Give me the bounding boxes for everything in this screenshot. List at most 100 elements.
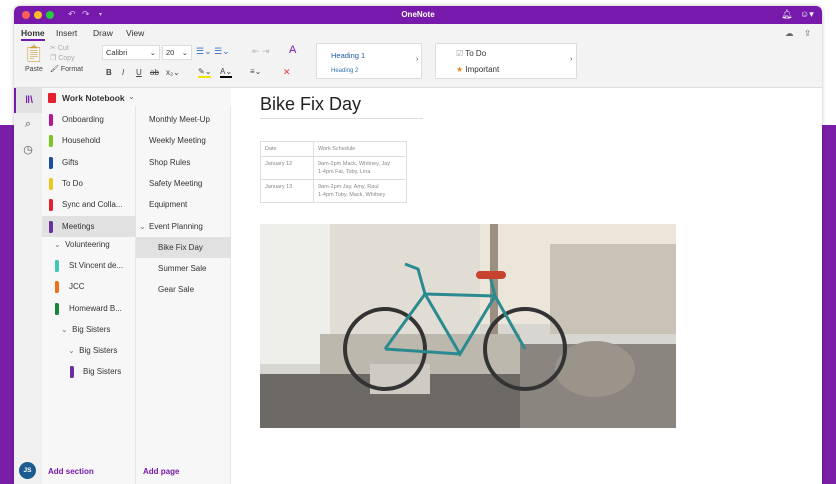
section-item[interactable]: Household — [42, 130, 136, 151]
page-title[interactable]: Bike Fix Day — [260, 94, 423, 119]
styles-gallery[interactable]: Heading 1 Heading 2 › — [316, 43, 422, 79]
notebook-picker[interactable]: Work Notebook ⌄ — [42, 88, 231, 106]
section-item[interactable]: St Vincent de... — [49, 255, 136, 276]
page-item[interactable]: Bike Fix Day — [136, 236, 231, 258]
styles-expand-icon[interactable]: › — [416, 56, 418, 63]
copy-label: Copy — [58, 55, 75, 62]
section-item[interactable]: Onboarding — [42, 109, 136, 130]
cut-button[interactable]: ✂ Cut — [50, 44, 69, 52]
bullets-icon[interactable]: ☰⌄ ☰⌄ — [196, 46, 230, 57]
section-item[interactable]: Sync and Colla... — [42, 194, 136, 215]
bold-button[interactable]: B — [106, 68, 112, 77]
add-page-button[interactable]: Add page — [143, 461, 179, 482]
page-item[interactable]: Summer Sale — [136, 258, 231, 279]
page-item[interactable]: ⌄ Event Planning — [136, 216, 231, 237]
section-label: Gifts — [62, 157, 79, 167]
avatar[interactable]: JS — [19, 462, 36, 479]
navigation-rail: ǁ\ ⌕ ◷ JS — [14, 88, 42, 484]
page-item[interactable]: Equipment — [136, 194, 231, 215]
page-label: Shop Rules — [149, 157, 191, 167]
notification-bell-icon[interactable]: 🔔︎ — [781, 9, 792, 20]
font-select[interactable]: Calibri ⌄ — [102, 45, 160, 60]
section-item[interactable]: Gifts — [42, 152, 136, 173]
font-color-button[interactable]: A⌄ — [220, 67, 233, 78]
section-big-sisters[interactable]: Big Sisters — [68, 361, 136, 382]
section-group-big-sisters[interactable]: ⌄ Big Sisters — [61, 319, 110, 340]
tab-view[interactable]: View — [126, 28, 144, 38]
add-section-button[interactable]: Add section — [48, 461, 94, 482]
section-label: Household — [62, 136, 101, 146]
table-cell: 9am-2pm Mack, Whitney, Jay 1-4pm Fai, Tob… — [313, 156, 407, 180]
chevron-down-icon: ⌄ — [68, 346, 75, 355]
section-label: Meetings — [62, 221, 95, 231]
schedule-line: 9am-2pm Jay, Amy, Raul — [318, 184, 379, 190]
copy-button[interactable]: ❐ Copy — [50, 54, 75, 62]
tags-gallery[interactable]: ☑ To Do ★ Important › — [435, 43, 577, 79]
font-value: Calibri — [106, 48, 128, 57]
section-label: St Vincent de... — [69, 261, 124, 270]
tag-todo[interactable]: ☑ To Do — [456, 49, 486, 58]
tab-home[interactable]: Home — [21, 28, 45, 41]
table-cell: January 12 — [260, 156, 314, 180]
section-group-big-sisters-nested[interactable]: ⌄ Big Sisters — [68, 340, 117, 361]
font-size-select[interactable]: 20 ⌄ — [162, 45, 192, 60]
paste-icon[interactable]: 📋︎ — [23, 44, 45, 64]
section-item[interactable]: Homeward B... — [49, 298, 136, 319]
tag-important[interactable]: ★ Important — [456, 65, 499, 74]
page-item[interactable]: Gear Sale — [136, 279, 231, 300]
page-item[interactable]: Weekly Meeting — [136, 130, 231, 151]
tab-insert[interactable]: Insert — [56, 28, 77, 38]
style-heading-2[interactable]: Heading 2 — [331, 68, 358, 74]
section-item[interactable]: To Do — [42, 173, 136, 194]
format-label: Format — [60, 66, 84, 73]
section-item[interactable]: JCC — [49, 276, 136, 297]
page-item[interactable]: Shop Rules — [136, 152, 231, 173]
highlight-button[interactable]: ✎⌄ — [198, 67, 212, 78]
notebooks-icon[interactable]: ǁ\ — [14, 88, 42, 113]
title-bar: ↶ ↷ ▾ OneNote 🔔︎ ☺▾ — [14, 6, 822, 24]
paste-button[interactable]: Paste — [25, 66, 43, 73]
schedule-line: 1-4pm Toby, Mack, Whitney — [318, 192, 386, 198]
italic-button[interactable]: I — [122, 68, 124, 77]
section-group-label: Big Sisters — [72, 325, 111, 334]
section-label: To Do — [62, 178, 83, 188]
page-label: Bike Fix Day — [158, 242, 203, 252]
table-row: January 12 9am-2pm Mack, Whitney, Jay 1-4p… — [260, 156, 407, 180]
clear-formatting-icon[interactable]: ✕ — [283, 67, 291, 78]
align-button[interactable]: ≡⌄ — [250, 67, 261, 76]
recent-icon[interactable]: ◷ — [14, 143, 42, 156]
page-item[interactable]: Safety Meeting — [136, 173, 231, 194]
format-painter-button[interactable]: 🖌︎ Format — [50, 65, 83, 73]
table-cell: January 13 — [260, 179, 314, 203]
share-icon[interactable]: ⇪ — [804, 28, 811, 39]
table-row: January 13 9am-2pm Jay, Amy, Raul 1-4pm To… — [260, 179, 407, 203]
page-label: Event Planning — [149, 221, 203, 231]
styles-clear-icon[interactable]: A — [289, 44, 296, 56]
section-label: Sync and Colla... — [62, 200, 123, 210]
section-item[interactable]: Meetings — [42, 215, 136, 237]
schedule-line: 1-4pm Fai, Toby, Lina — [318, 169, 371, 175]
section-tab-icon — [49, 220, 53, 233]
page-item[interactable]: Monthly Meet-Up — [136, 109, 231, 130]
table-header: Date — [260, 141, 314, 157]
section-tab-icon — [55, 281, 59, 294]
account-icon[interactable]: ☺▾ — [800, 9, 814, 20]
underline-button[interactable]: U — [136, 68, 142, 77]
subscript-button[interactable]: x₂⌄ — [166, 68, 180, 77]
bicycle-photo[interactable] — [260, 224, 676, 428]
style-heading-1[interactable]: Heading 1 — [331, 51, 365, 60]
table-header: Work Schedule — [313, 141, 407, 157]
indent-icons[interactable]: ⇤ ⇥ — [252, 46, 270, 57]
font-size-value: 20 — [166, 48, 175, 57]
strikethrough-button[interactable]: ab — [150, 68, 159, 77]
schedule-table[interactable]: Date Work Schedule January 12 9am-2pm Mack… — [260, 141, 407, 203]
sync-icon[interactable]: ☁ — [785, 28, 794, 39]
page-canvas[interactable]: Bike Fix Day Date Work Schedule January 1… — [231, 88, 822, 484]
star-icon: ★ — [456, 65, 464, 74]
tags-expand-icon[interactable]: › — [570, 56, 572, 63]
search-icon[interactable]: ⌕ — [14, 118, 42, 131]
section-group-volunteering[interactable]: ⌄ Volunteering — [54, 234, 136, 255]
tab-draw[interactable]: Draw — [93, 28, 113, 38]
page-label: Safety Meeting — [149, 178, 203, 188]
window-title: OneNote — [401, 10, 435, 19]
